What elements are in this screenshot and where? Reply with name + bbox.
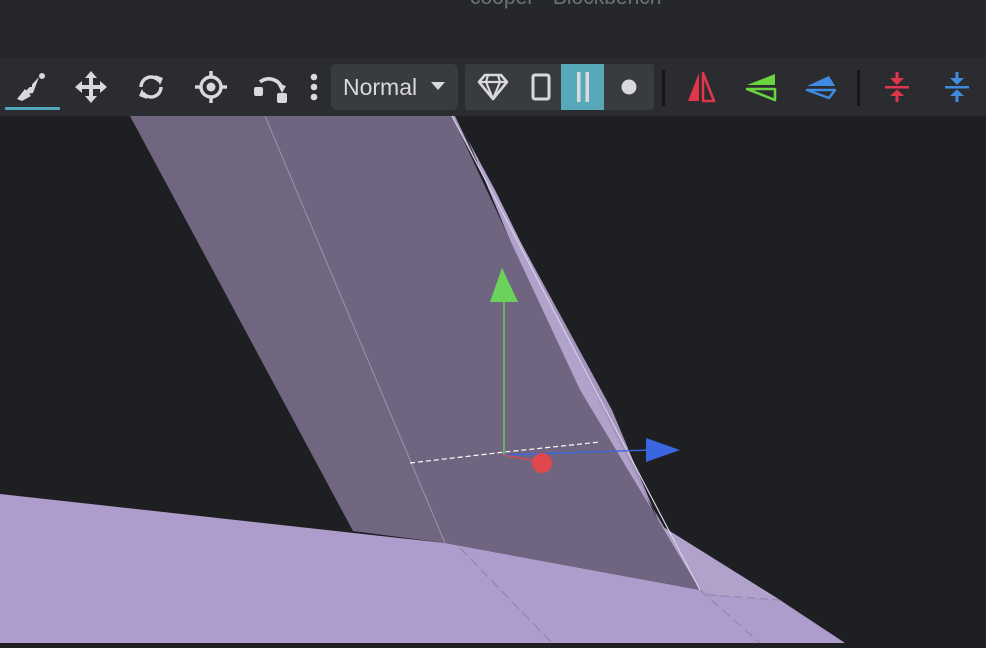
- rotate-icon: [139, 75, 163, 99]
- merge-icon: [885, 72, 909, 102]
- move-icon: [75, 71, 107, 103]
- bend-icon: [254, 77, 287, 103]
- face-mode-button[interactable]: [520, 64, 561, 110]
- gizmo-z-arrow[interactable]: [646, 438, 680, 462]
- vertex-snap-icon: [17, 73, 45, 101]
- move-tool-button[interactable]: [62, 58, 120, 116]
- bend-tool-button[interactable]: [242, 58, 300, 116]
- gizmo-x-handle[interactable]: [532, 453, 552, 473]
- rotate-tool-button[interactable]: [122, 58, 180, 116]
- selection-mode-group: [465, 64, 654, 110]
- face-icon: [531, 73, 550, 101]
- mirror-y-icon: [745, 74, 777, 102]
- 3d-viewport[interactable]: [0, 115, 986, 644]
- toolbar: Normal: [0, 58, 986, 116]
- diamond-icon: [477, 73, 508, 101]
- vertex-snap-tool-button[interactable]: [2, 58, 60, 116]
- vertex-icon: [621, 79, 637, 95]
- caret-down-icon: [431, 82, 445, 90]
- pivot-tool-button[interactable]: [182, 58, 240, 116]
- merge-red-button[interactable]: [868, 58, 926, 116]
- mirror-z-icon: [805, 76, 837, 100]
- object-mode-button[interactable]: [465, 64, 520, 110]
- edge-icon: [576, 72, 589, 102]
- more-vertical-icon: [310, 73, 318, 101]
- mirror-y-button[interactable]: [732, 58, 790, 116]
- transform-space-select[interactable]: Normal: [331, 64, 458, 110]
- title-bar: cooper - Blockbench: [0, 0, 986, 58]
- edge-mode-button[interactable]: [561, 64, 604, 110]
- pivot-icon: [195, 71, 227, 103]
- mirror-x-button[interactable]: [672, 58, 730, 116]
- merge-blue-button[interactable]: [928, 58, 986, 116]
- vertex-mode-button[interactable]: [604, 64, 654, 110]
- more-options-button[interactable]: [304, 70, 324, 104]
- window-title: cooper - Blockbench: [470, 0, 661, 10]
- toolbar-divider: [662, 70, 665, 106]
- viewport-canvas: [0, 115, 845, 644]
- merge-icon: [945, 72, 969, 102]
- toolbar-divider: [857, 70, 860, 106]
- transform-space-value: Normal: [343, 73, 418, 100]
- mirror-x-icon: [688, 71, 716, 103]
- mirror-z-button[interactable]: [792, 58, 850, 116]
